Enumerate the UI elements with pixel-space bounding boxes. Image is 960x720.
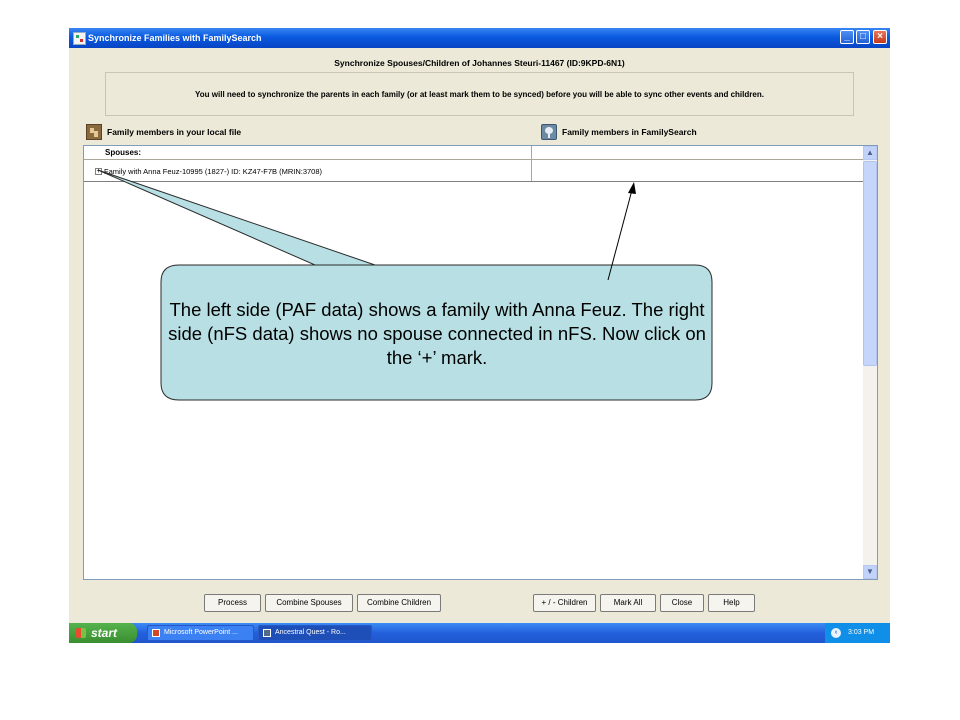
process-button[interactable]: Process bbox=[204, 594, 261, 612]
spouses-label: Spouses: bbox=[105, 148, 142, 157]
local-family-text: Family with Anna Feuz-10995 (1827-) ID: … bbox=[104, 167, 323, 176]
scroll-thumb[interactable] bbox=[863, 161, 877, 366]
start-button[interactable]: start bbox=[69, 623, 137, 643]
plus-minus-children-button[interactable]: + / - Children bbox=[533, 594, 596, 612]
close-button[interactable]: Close bbox=[660, 594, 704, 612]
combine-children-button[interactable]: Combine Children bbox=[357, 594, 441, 612]
local-file-icon bbox=[86, 124, 102, 140]
callout-text: The left side (PAF data) shows a family … bbox=[168, 299, 706, 368]
table-row[interactable]: + Family with Anna Feuz-10995 (1827-) ID… bbox=[84, 160, 863, 182]
familysearch-label: Family members in FamilySearch bbox=[562, 127, 697, 137]
window-titlebar[interactable]: Synchronize Families with FamilySearch _… bbox=[69, 28, 890, 48]
local-file-label: Family members in your local file bbox=[107, 127, 242, 137]
expand-plus-icon[interactable]: + bbox=[95, 168, 102, 175]
windows-flag-icon bbox=[76, 628, 86, 638]
close-window-button[interactable]: × bbox=[873, 30, 887, 44]
mark-all-button[interactable]: Mark All bbox=[600, 594, 656, 612]
vertical-scrollbar[interactable]: ▲ ▼ bbox=[863, 146, 877, 579]
scroll-up-arrow-icon[interactable]: ▲ bbox=[863, 146, 877, 160]
minimize-button[interactable]: _ bbox=[840, 30, 854, 44]
taskbar-item-ancestral-quest[interactable]: Ancestral Quest - Ro... bbox=[258, 625, 372, 641]
app-icon bbox=[73, 32, 86, 45]
maximize-button[interactable]: □ bbox=[856, 30, 870, 44]
taskbar: start Microsoft PowerPoint ... Ancestral… bbox=[69, 623, 890, 643]
powerpoint-icon bbox=[152, 629, 160, 637]
taskbar-item-powerpoint[interactable]: Microsoft PowerPoint ... bbox=[147, 625, 254, 641]
system-tray: ‹ 3:03 PM bbox=[825, 623, 890, 643]
tray-clock: 3:03 PM bbox=[848, 629, 875, 636]
dialog-title: Synchronize Spouses/Children of Johannes… bbox=[334, 58, 625, 68]
window-title: Synchronize Families with FamilySearch bbox=[88, 33, 262, 43]
combine-spouses-button[interactable]: Combine Spouses bbox=[265, 594, 353, 612]
scroll-down-arrow-icon[interactable]: ▼ bbox=[863, 565, 877, 579]
ancestral-quest-icon bbox=[263, 629, 271, 637]
local-family-cell[interactable]: + Family with Anna Feuz-10995 (1827-) ID… bbox=[84, 160, 532, 181]
help-button[interactable]: Help bbox=[708, 594, 755, 612]
tray-chevron-icon[interactable]: ‹ bbox=[831, 628, 841, 638]
sync-notice: You will need to synchronize the parents… bbox=[105, 72, 854, 116]
familysearch-tree-icon bbox=[541, 124, 557, 140]
spouses-section-header: Spouses: bbox=[84, 146, 863, 160]
